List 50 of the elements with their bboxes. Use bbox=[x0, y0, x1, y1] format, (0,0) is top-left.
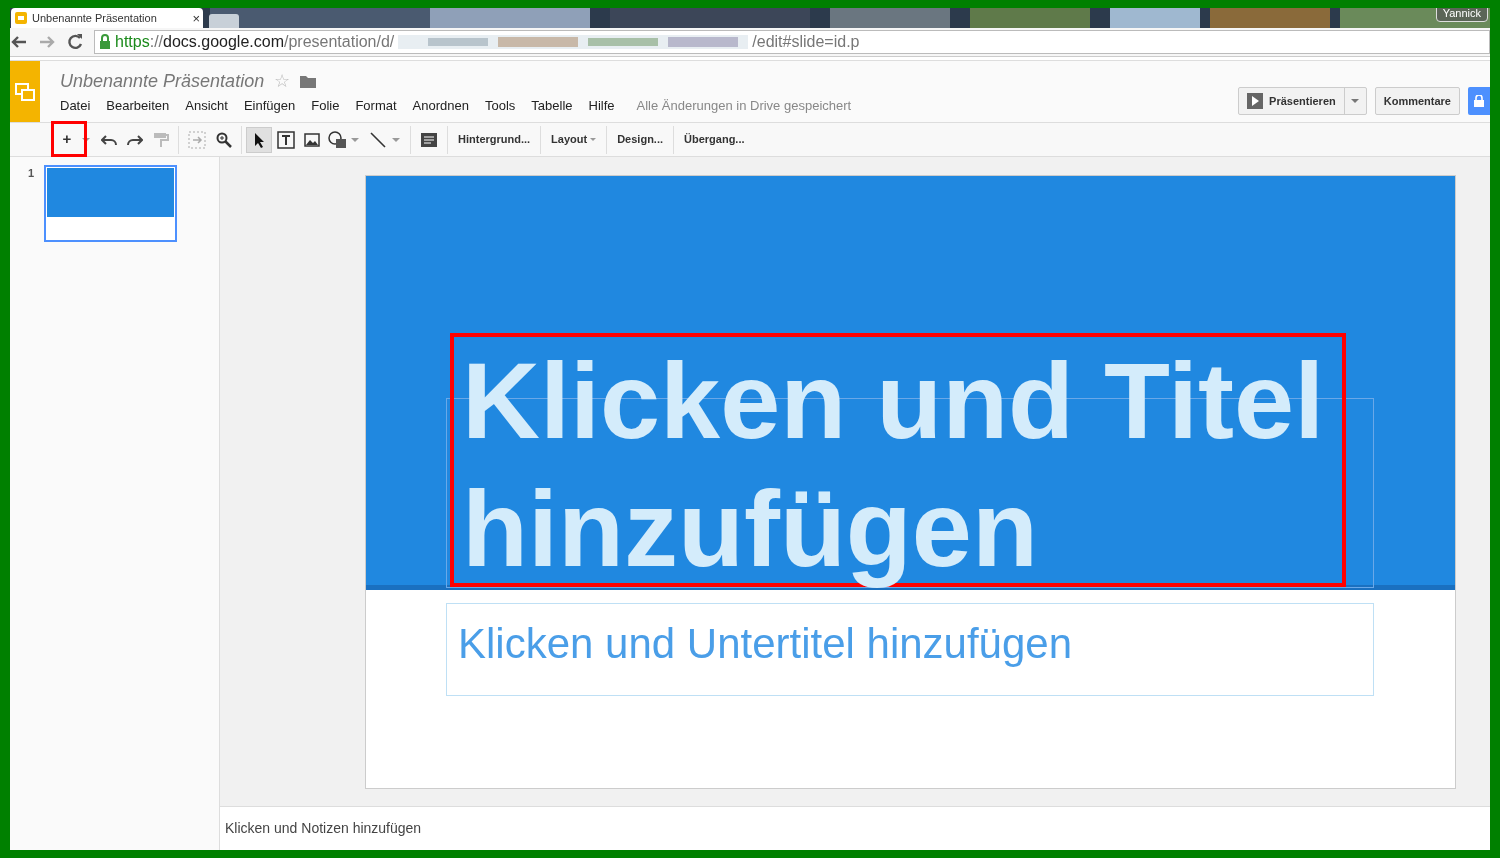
menu-item[interactable]: Tabelle bbox=[531, 96, 573, 116]
slide-number: 1 bbox=[28, 166, 36, 181]
caret-icon[interactable] bbox=[82, 137, 90, 142]
menu-item[interactable]: Hilfe bbox=[588, 96, 615, 116]
notes-placeholder[interactable]: Klicken und Notizen hinzufügen bbox=[225, 818, 422, 839]
close-icon[interactable]: × bbox=[192, 11, 200, 25]
slides-icon bbox=[15, 82, 35, 101]
toolbar-button[interactable]: Design... bbox=[611, 125, 669, 154]
caret-icon[interactable] bbox=[351, 137, 359, 142]
lock-icon bbox=[1474, 95, 1484, 107]
select-tool-button[interactable] bbox=[246, 126, 272, 153]
toolbar-button[interactable]: Hintergrund... bbox=[452, 125, 537, 154]
menu-item[interactable]: Bearbeiten bbox=[106, 96, 170, 116]
toolbar-button[interactable]: Übergang... bbox=[678, 125, 751, 154]
slides-icon bbox=[14, 11, 28, 25]
menu-item[interactable]: Format bbox=[355, 96, 397, 116]
address-bar[interactable]: https://docs.google.com/presentation/d/ /edit#slide=id.p bbox=[94, 30, 1490, 54]
play-icon bbox=[1247, 93, 1264, 109]
menu-item[interactable]: Ansicht bbox=[185, 96, 228, 116]
speaker-notes-icon[interactable] bbox=[421, 132, 437, 147]
comments-button[interactable]: Kommentare bbox=[1374, 87, 1460, 115]
browser-tab[interactable]: Unbenannte Präsentation × bbox=[11, 8, 203, 28]
tab-title: Unbenannte Präsentation bbox=[32, 10, 158, 26]
pointer-icon bbox=[254, 131, 264, 148]
folder-icon[interactable] bbox=[300, 74, 317, 88]
line-icon[interactable] bbox=[370, 131, 386, 148]
document-title[interactable]: Unbenannte Präsentation bbox=[60, 67, 265, 95]
shape-icon[interactable] bbox=[328, 130, 348, 149]
reload-icon[interactable] bbox=[66, 33, 84, 51]
text-box-icon[interactable] bbox=[277, 130, 295, 149]
new-slide-button[interactable]: + bbox=[54, 126, 80, 153]
back-icon[interactable] bbox=[10, 34, 28, 50]
user-name[interactable]: Yannick bbox=[1435, 8, 1488, 22]
share-button[interactable] bbox=[1468, 87, 1490, 115]
lock-icon bbox=[99, 34, 111, 50]
menu-item[interactable]: Folie bbox=[311, 96, 340, 116]
url-text: https://docs.google.com/presentation/d/ bbox=[115, 32, 395, 52]
menu-item[interactable]: Tools bbox=[484, 96, 516, 116]
url-text: /edit#slide=id.p bbox=[752, 32, 860, 52]
image-icon[interactable] bbox=[304, 132, 320, 147]
fit-selection-icon[interactable] bbox=[188, 130, 206, 149]
menu-item[interactable]: Einfügen bbox=[243, 96, 296, 116]
zoom-icon[interactable] bbox=[216, 131, 232, 148]
menu-item[interactable]: Anordnen bbox=[412, 96, 469, 116]
toolbar-button[interactable]: Layout bbox=[545, 125, 603, 154]
caret-icon[interactable] bbox=[392, 137, 400, 142]
slide-thumbnail[interactable] bbox=[44, 165, 177, 242]
menu-item[interactable]: Datei bbox=[60, 96, 91, 116]
save-status: Alle Änderungen in Drive gespeichert bbox=[636, 97, 852, 116]
caret-icon bbox=[1351, 99, 1360, 103]
